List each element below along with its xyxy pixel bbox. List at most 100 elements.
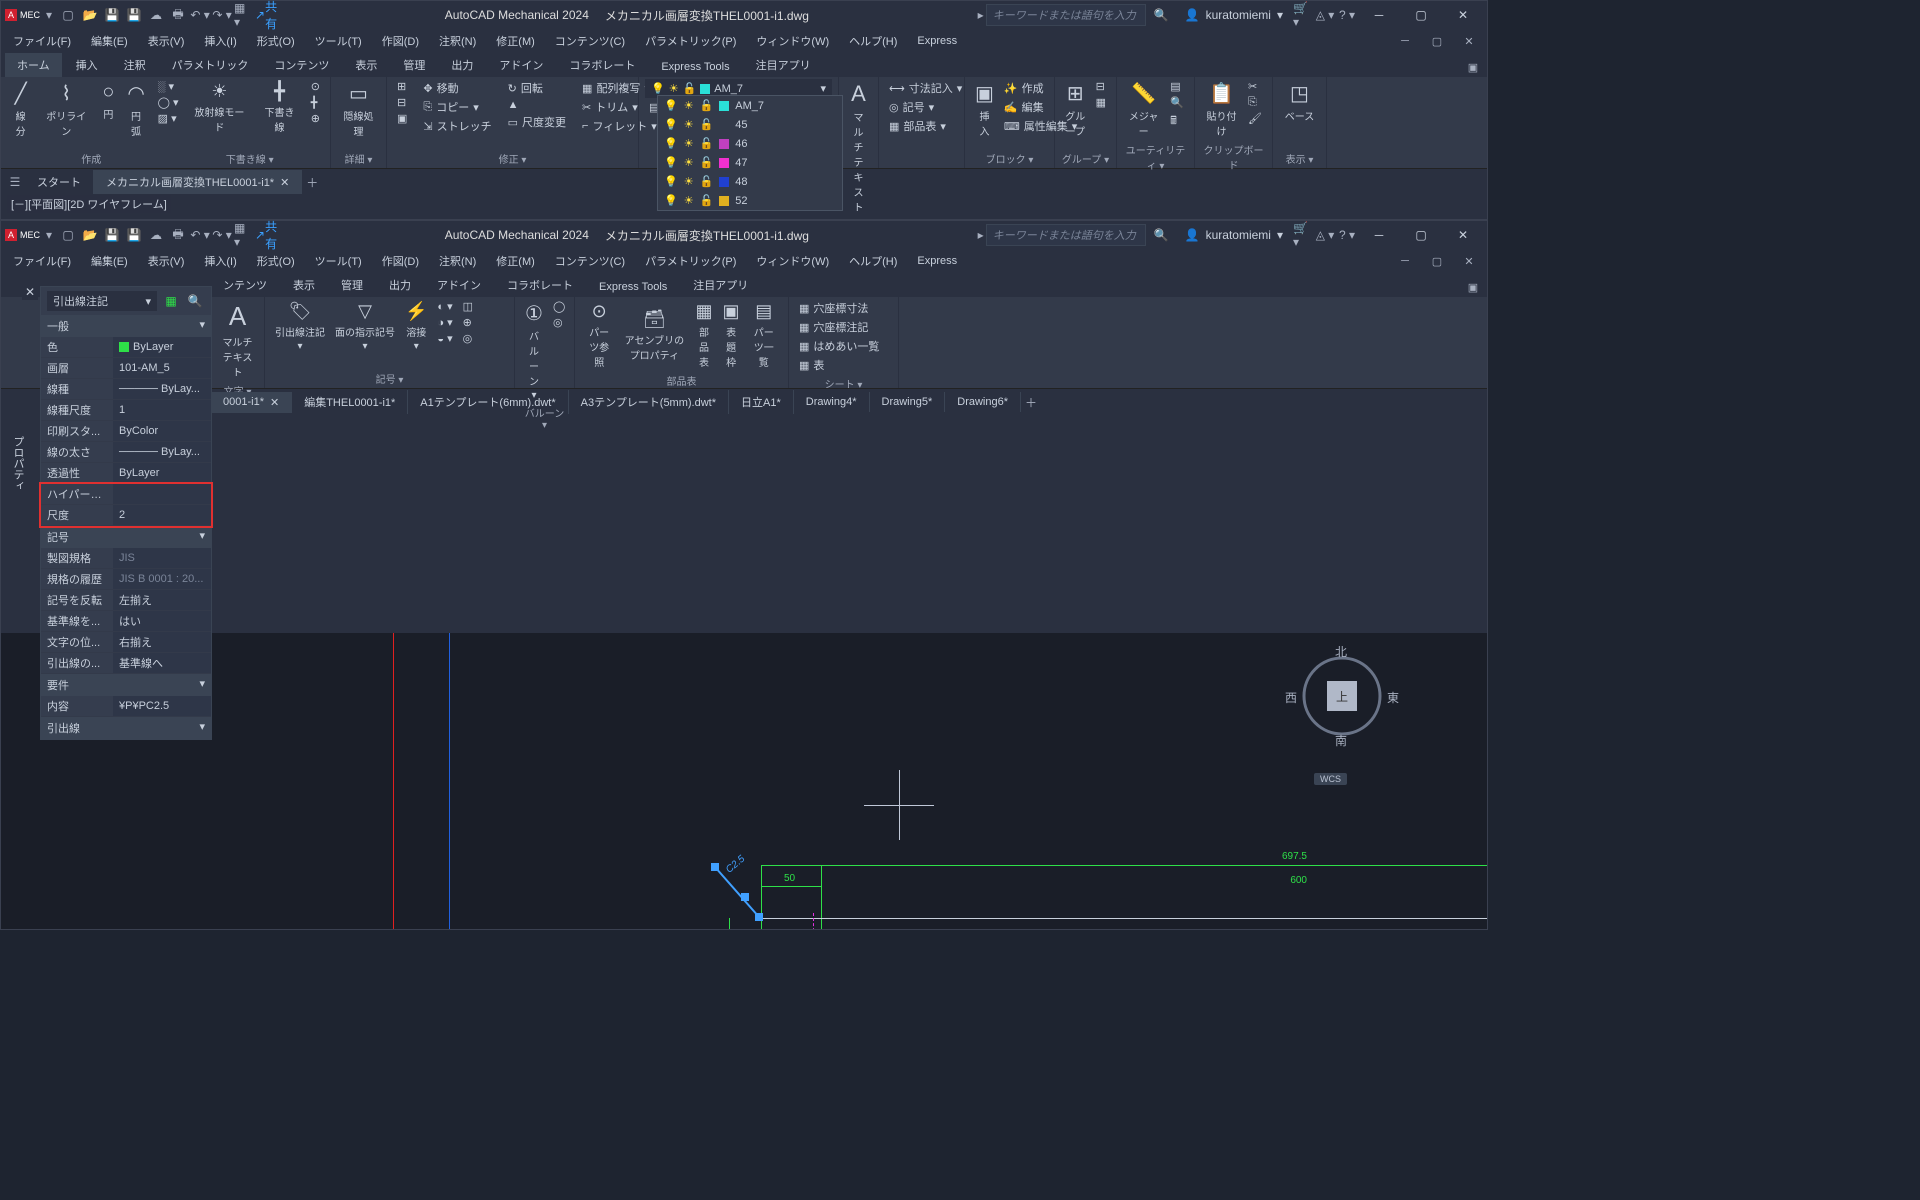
arc-button[interactable]: ◠円弧 [122,79,149,140]
prop-ltscale[interactable]: 1 [113,400,211,420]
plot-icon[interactable]: 🖶 [168,5,188,25]
quick-select-icon[interactable]: 🔍 [185,291,205,311]
new-tab-button-2[interactable]: ＋ [1021,392,1041,412]
start-tab[interactable]: スタート [25,170,94,194]
sym-c[interactable]: ◒ ▾ [433,331,456,346]
section-general[interactable]: 一般▾ [41,315,211,337]
chevron-down-icon[interactable]: ▾ [1277,8,1283,22]
pick-add-icon[interactable]: ▦ [161,291,181,311]
close-button[interactable]: ✕ [1443,1,1483,29]
prop-leader[interactable]: 基準線へ [113,653,211,673]
properties-tab[interactable]: プロパティ [8,430,28,497]
move-button[interactable]: ✥ 移動 [419,79,495,97]
powertools-b[interactable]: ⊟ [393,95,411,110]
save-icon[interactable]: 💾 [102,5,122,25]
prop-hyperlink[interactable] [113,484,211,504]
rtab-addin[interactable]: アドイン [487,53,555,77]
user-name-2[interactable]: kuratomiemi [1206,228,1271,242]
autodesk-icon[interactable]: ◬ ▾ [1315,5,1335,25]
weld-button[interactable]: ⚡溶接 ▾ [401,299,431,354]
powertools-a[interactable]: ⊞ [393,79,411,94]
doc-minimize-button[interactable]: ─ [1395,31,1415,51]
prop-lineweight[interactable]: ───── ByLay... [113,442,211,462]
menu-express[interactable]: Express [913,33,961,49]
rtab-annotate[interactable]: 注釈 [112,53,158,77]
section-leader[interactable]: 引出線▾ [41,717,211,739]
hole-note-button[interactable]: ▦ 穴座標注記 [795,318,892,336]
user-icon[interactable]: 👤 [1185,8,1200,22]
balloon-button[interactable]: ①バルーン ▾ [521,299,547,403]
layer-option[interactable]: 💡☀🔓45 [658,115,842,134]
powertools-c[interactable]: ▣ [393,111,411,126]
group-edit[interactable]: ▦ [1092,95,1110,110]
close-button-2[interactable]: ✕ [1443,221,1483,249]
view-cube[interactable]: 上 北 南 東 西 [1297,651,1387,741]
line-button[interactable]: ╱線分 [7,79,34,140]
tab-menu-icon[interactable]: ☰ [5,172,25,192]
layer-option[interactable]: 💡☀🔓46 [658,134,842,153]
menu-file[interactable]: ファイル(F) [9,31,75,51]
layer-option[interactable]: 💡☀🔓52 [658,191,842,210]
menu-parametric[interactable]: パラメトリック(P) [641,31,740,51]
rtab-insert[interactable]: 挿入 [64,53,110,77]
share-button-2[interactable]: ↗ 共有 [256,225,276,245]
menu-modify[interactable]: 修正(M) [492,31,539,51]
drawing-canvas[interactable]: 697.5 50 600 100 C2.5 上 [1,633,1487,929]
menu-annotate[interactable]: 注釈(N) [435,31,480,51]
share-button[interactable]: ↗ 共有 [256,5,276,25]
copyclip-button[interactable]: ⎘ [1244,95,1266,110]
ellipse-button[interactable]: ◯ ▾ [154,95,183,110]
search-input[interactable]: キーワードまたは語句を入力 [986,4,1146,26]
menu-edit[interactable]: 編集(E) [87,31,132,51]
title-block-button[interactable]: ▣表題枠 [719,299,744,371]
minimize-button-2[interactable]: ─ [1359,221,1399,249]
section-requirement[interactable]: 要件▾ [41,674,211,696]
rtab-view[interactable]: 表示 [343,53,389,77]
balloon-b[interactable]: ◎ [549,315,569,330]
main-doc-tab[interactable]: メカニカル画層変換THEL0001-i1* ✕ [94,170,302,194]
autodesk-icon-2[interactable]: ◬ ▾ [1315,225,1335,245]
saveas-icon-2[interactable]: 💾 [124,225,144,245]
copy-button[interactable]: ⎘ コピー ▾ [419,98,495,116]
undo-icon[interactable]: ↶ ▾ [190,5,210,25]
cart-icon[interactable]: 🛒 ▾ [1293,5,1313,25]
plot-icon-2[interactable]: 🖶 [168,225,188,245]
bom-small-button[interactable]: ▦ 部品表 ▾ [885,117,958,135]
stretch-button[interactable]: ⇲ ストレッチ [419,117,495,135]
parts-ref-button[interactable]: ⊙パーツ参照 [581,299,617,371]
centermark-button[interactable]: ⊕ [307,111,324,126]
base-view-button[interactable]: ◳ベース [1279,79,1320,125]
fit-list-button[interactable]: ▦ はめあい一覧 [795,337,892,355]
doc-tab[interactable]: Drawing4* [794,392,870,412]
rtab-home[interactable]: ホーム [5,53,62,77]
table-button[interactable]: ▦ 表 [795,356,892,374]
prop-linetype[interactable]: ───── ByLay... [113,379,211,399]
rtab-featured[interactable]: 注目アプリ [744,53,823,77]
search-dropdown-icon[interactable]: ▸ [978,8,984,22]
hatch-button[interactable]: ▨ ▾ [154,111,183,126]
doc-tab[interactable]: A1テンプレート(6mm).dwt* [408,390,568,414]
cut-button[interactable]: ✂ [1244,79,1266,94]
selection-combo[interactable]: 引出線注記▾ [47,291,157,311]
doc-tab[interactable]: 編集THEL0001-i1* [292,390,408,414]
doc-close-button[interactable]: ✕ [1459,31,1479,51]
ribbon-collapse-button[interactable]: ▣ [1463,57,1483,77]
user-icon-2[interactable]: 👤 [1185,228,1200,242]
menu-view[interactable]: 表示(V) [144,31,189,51]
dim-button[interactable]: ⟷ 寸法記入 ▾ [885,79,958,97]
balloon-a[interactable]: ◯ [549,299,569,314]
search-icon[interactable]: 🔍 [1148,8,1175,22]
insert-button[interactable]: ▣挿入 [971,79,998,140]
prop-content[interactable]: ¥P¥PC2.5 [113,696,211,716]
minimize-button[interactable]: ─ [1359,1,1399,29]
menu-help[interactable]: ヘルプ(H) [845,31,901,51]
doc-tab[interactable]: Drawing5* [870,392,946,412]
close-tab-icon[interactable]: ✕ [280,176,289,189]
user-name[interactable]: kuratomiemi [1206,8,1271,22]
rtab-content[interactable]: コンテンツ [262,53,341,77]
group-button[interactable]: ⊞グループ [1061,79,1090,140]
ungroup-button[interactable]: ⊟ [1092,79,1110,94]
rotate-button[interactable]: ↻ 回転 [504,79,570,97]
search-input-2[interactable]: キーワードまたは語句を入力 [986,224,1146,246]
section-symbol[interactable]: 記号▾ [41,526,211,548]
